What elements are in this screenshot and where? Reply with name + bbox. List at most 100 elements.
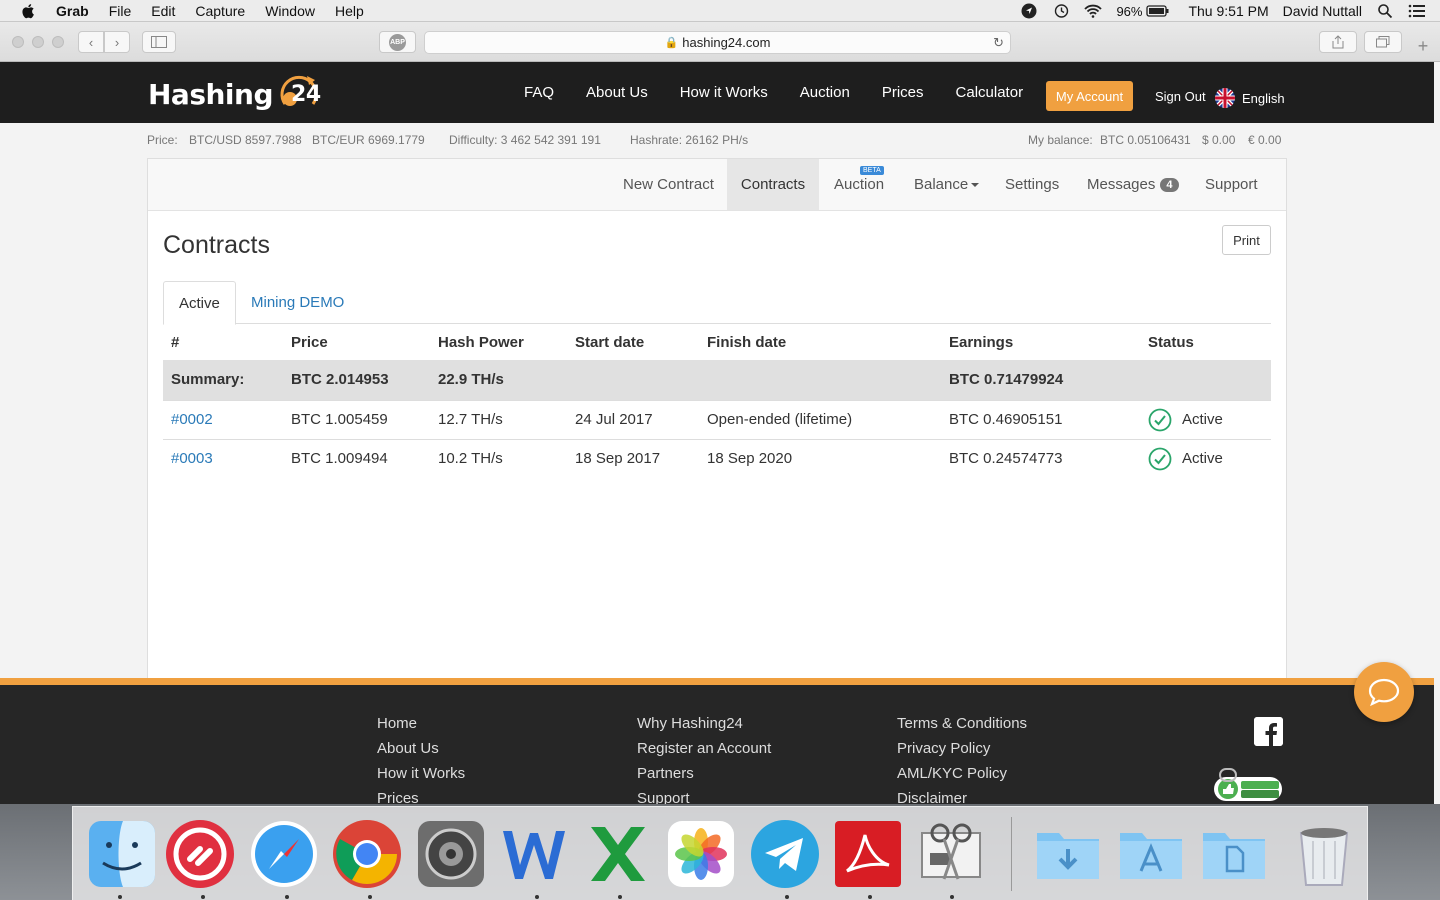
grab-icon[interactable] — [916, 819, 986, 889]
menu-help[interactable]: Help — [335, 3, 364, 19]
footer-link-aml-kyc[interactable]: AML/KYC Policy — [897, 765, 1027, 790]
wifi-icon[interactable] — [1084, 3, 1103, 19]
window-zoom-button[interactable] — [52, 36, 64, 48]
excel-icon[interactable] — [583, 819, 653, 889]
subnav-balance[interactable]: Balance — [900, 159, 993, 210]
summary-earnings: BTC 0.71479924 — [941, 360, 1140, 400]
window-minimize-button[interactable] — [32, 36, 44, 48]
word-icon[interactable] — [499, 819, 569, 889]
account-panel: New Contract Contracts Auction BETA Bala… — [147, 158, 1287, 720]
battery-icon[interactable] — [1146, 3, 1170, 19]
system-preferences-icon[interactable] — [416, 819, 486, 889]
nav-about-us[interactable]: About Us — [586, 84, 648, 101]
uk-flag-icon — [1215, 88, 1235, 108]
tab-mining-demo[interactable]: Mining DEMO — [236, 281, 359, 324]
col-start-date: Start date — [575, 333, 645, 351]
telegram-icon[interactable] — [750, 819, 820, 889]
footer-link-register[interactable]: Register an Account — [637, 740, 771, 765]
reload-icon[interactable]: ↻ — [993, 35, 1004, 51]
navigation-arrow-icon[interactable] — [1020, 3, 1038, 19]
summary-empty — [1140, 360, 1271, 400]
subnav-messages[interactable]: Messages 4 — [1073, 159, 1193, 210]
menu-window[interactable]: Window — [265, 3, 315, 19]
url-text: hashing24.com — [682, 35, 771, 50]
finder-icon[interactable] — [87, 819, 157, 889]
col-finish-date: Finish date — [707, 333, 787, 351]
footer-link-why-hashing24[interactable]: Why Hashing24 — [637, 715, 771, 740]
subnav-messages-label: Messages — [1087, 176, 1156, 193]
notification-center-icon[interactable] — [1408, 3, 1426, 19]
subnav-auction-label: Auction — [834, 176, 885, 193]
share-button[interactable] — [1319, 31, 1357, 53]
adblock-button[interactable]: ABP — [379, 31, 416, 53]
authy-icon[interactable] — [165, 819, 235, 889]
chrome-icon[interactable] — [332, 819, 402, 889]
contract-price: BTC 1.005459 — [283, 399, 430, 439]
back-button[interactable]: ‹ — [78, 31, 104, 53]
trash-icon[interactable] — [1289, 819, 1359, 889]
hashing24-logo[interactable]: Hashing 24 — [148, 72, 321, 116]
sidebar-toggle-button[interactable] — [142, 31, 176, 53]
table-row: #0003 BTC 1.009494 10.2 TH/s 18 Sep 2017… — [163, 438, 1271, 478]
contract-link[interactable]: #0002 — [171, 411, 213, 428]
subnav-settings[interactable]: Settings — [991, 159, 1073, 210]
nav-how-it-works[interactable]: How it Works — [680, 84, 768, 101]
downloads-folder-icon[interactable] — [1033, 819, 1103, 889]
menu-file[interactable]: File — [109, 3, 132, 19]
chat-button[interactable] — [1354, 662, 1414, 722]
documents-folder-icon[interactable] — [1199, 819, 1269, 889]
footer-link-home[interactable]: Home — [377, 715, 465, 740]
difficulty: Difficulty: 3 462 542 391 191 — [449, 133, 601, 147]
tab-active[interactable]: Active — [163, 281, 236, 325]
browser-toolbar: ‹ › ABP 🔒 hashing24.com ↻ + — [0, 22, 1440, 62]
new-tab-button[interactable]: + — [1410, 36, 1436, 62]
nav-faq[interactable]: FAQ — [524, 84, 554, 101]
nav-prices[interactable]: Prices — [882, 84, 924, 101]
my-account-button[interactable]: My Account — [1046, 81, 1133, 111]
menu-capture[interactable]: Capture — [195, 3, 245, 19]
tabs-overview-button[interactable] — [1364, 31, 1402, 53]
menu-edit[interactable]: Edit — [151, 3, 175, 19]
subnav-support[interactable]: Support — [1191, 159, 1272, 210]
acrobat-icon[interactable] — [833, 819, 903, 889]
footer-link-disclaimer[interactable]: Disclaimer — [897, 790, 1027, 804]
subnav-auction[interactable]: Auction BETA — [820, 159, 898, 210]
subnav-contracts[interactable]: Contracts — [727, 159, 819, 210]
footer-link-how-it-works[interactable]: How it Works — [377, 765, 465, 790]
logo-text: Hashing — [148, 77, 274, 111]
dock — [72, 806, 1368, 900]
window-close-button[interactable] — [12, 36, 24, 48]
subnav-new-contract[interactable]: New Contract — [609, 159, 728, 210]
check-circle-icon — [1148, 408, 1172, 431]
contract-finish: Open-ended (lifetime) — [699, 399, 941, 439]
nav-auction[interactable]: Auction — [800, 84, 850, 101]
photos-icon[interactable] — [666, 819, 736, 889]
facebook-icon[interactable] — [1254, 717, 1283, 746]
print-button[interactable]: Print — [1222, 225, 1271, 255]
forward-button[interactable]: › — [104, 31, 130, 53]
contract-link[interactable]: #0003 — [171, 450, 213, 467]
footer-link-prices[interactable]: Prices — [377, 790, 465, 804]
sign-out-link[interactable]: Sign Out — [1155, 89, 1206, 104]
col-status: Status — [1148, 333, 1194, 351]
safari-icon[interactable] — [249, 819, 319, 889]
spotlight-search-icon[interactable] — [1376, 3, 1394, 19]
footer-link-partners[interactable]: Partners — [637, 765, 771, 790]
nav-calculator[interactable]: Calculator — [956, 84, 1024, 101]
footer-link-about-us[interactable]: About Us — [377, 740, 465, 765]
clock[interactable]: Thu 9:51 PM — [1188, 3, 1268, 19]
language-selector[interactable]: English — [1215, 88, 1285, 108]
btc-eur-rate: BTC/EUR 6969.1779 — [312, 133, 425, 147]
language-label: English — [1242, 90, 1285, 106]
footer-link-support[interactable]: Support — [637, 790, 771, 804]
menu-app-grab[interactable]: Grab — [56, 3, 89, 19]
footer-link-privacy[interactable]: Privacy Policy — [897, 740, 1027, 765]
price-info-bar: Price: BTC/USD 8597.7988 BTC/EUR 6969.17… — [0, 123, 1434, 157]
applications-folder-icon[interactable] — [1116, 819, 1186, 889]
footer-link-terms[interactable]: Terms & Conditions — [897, 715, 1027, 740]
user-name[interactable]: David Nuttall — [1283, 3, 1362, 19]
time-machine-icon[interactable] — [1052, 3, 1070, 19]
contract-earnings: BTC 0.46905151 — [941, 399, 1140, 439]
address-bar[interactable]: 🔒 hashing24.com ↻ — [424, 31, 1011, 54]
apple-menu-icon[interactable] — [20, 3, 38, 19]
